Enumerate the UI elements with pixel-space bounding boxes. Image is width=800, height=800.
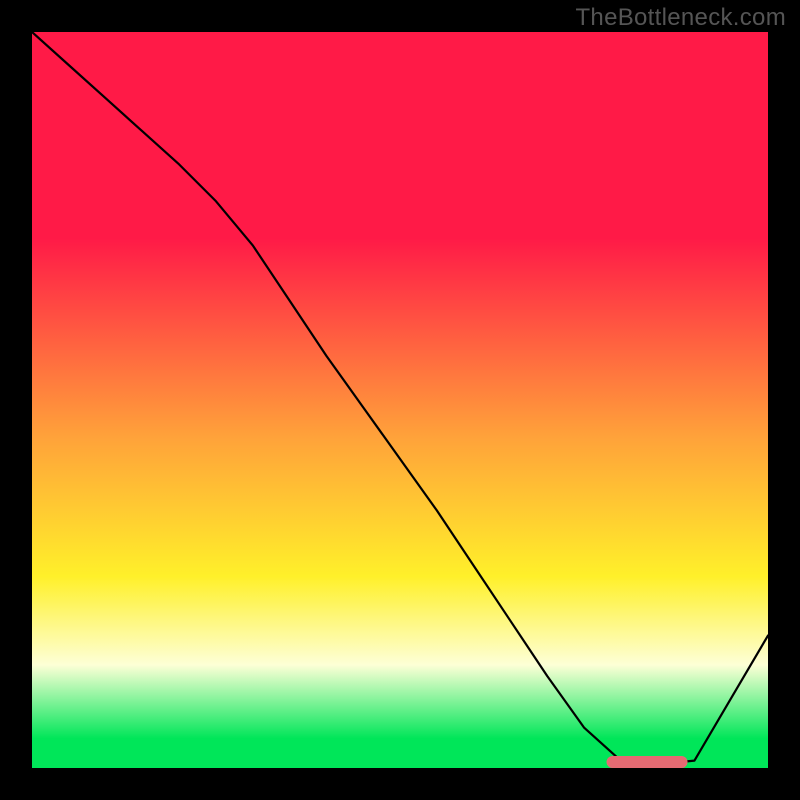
chart-frame: TheBottleneck.com	[0, 0, 800, 800]
plot-area	[30, 30, 770, 770]
bottleneck-curve	[32, 32, 768, 768]
watermark-text: TheBottleneck.com	[575, 4, 786, 32]
curve-path	[32, 32, 768, 764]
optimal-range-marker	[606, 756, 687, 768]
